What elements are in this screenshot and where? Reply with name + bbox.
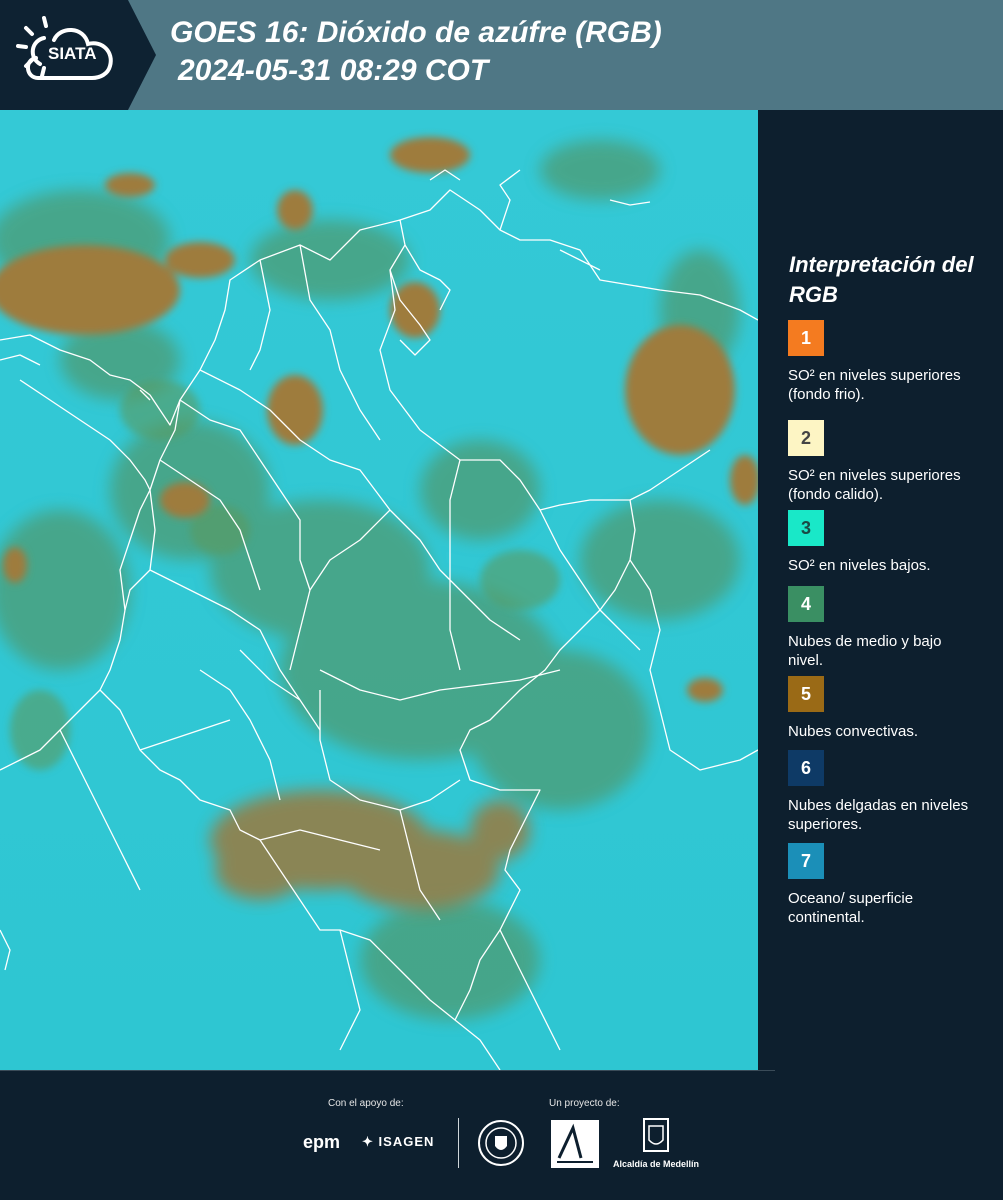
legend-label: Nubes delgadas en niveles superiores.: [788, 797, 969, 833]
timestamp: 2024-05-31 08:29 COT: [178, 54, 489, 87]
legend-swatch: 4: [788, 586, 824, 622]
legend-panel: Interpretación del RGB 1 SO² en niveles …: [758, 110, 1003, 1070]
legend-item: 2 SO² en niveles superiores (fondo calid…: [788, 420, 988, 504]
support-label: Con el apoyo de:: [328, 1098, 404, 1109]
footer: Con el apoyo de: Un proyecto de: epm ✦ I…: [0, 1070, 1003, 1200]
satellite-map[interactable]: [0, 110, 758, 1070]
page-title: GOES 16: Dióxido de azúfre (RGB): [170, 16, 662, 49]
legend-item: 3 SO² en niveles bajos.: [788, 510, 988, 575]
legend-label: SO² en niveles bajos.: [788, 557, 931, 574]
legend-label: Nubes convectivas.: [788, 723, 919, 740]
legend-item: 5 Nubes convectivas.: [788, 676, 988, 741]
legend-label: Nubes de medio y bajo nivel.: [788, 633, 942, 669]
legend-swatch: 3: [788, 510, 824, 546]
isagen-text: ISAGEN: [378, 1134, 435, 1149]
legend-swatch: 6: [788, 750, 824, 786]
legend-label: SO² en niveles superiores (fondo calido)…: [788, 467, 961, 503]
area-metropolitana-logo[interactable]: [551, 1120, 599, 1168]
legend-swatch: 7: [788, 843, 824, 879]
isagen-logo[interactable]: ✦ ISAGEN: [362, 1134, 434, 1150]
footer-divider: [0, 1070, 775, 1071]
legend-item: 6 Nubes delgadas en niveles superiores.: [788, 750, 988, 834]
alcaldia-label: Alcaldía de Medellín: [613, 1159, 700, 1169]
logo-divider: [458, 1118, 459, 1168]
alcaldia-shield-icon[interactable]: [643, 1118, 669, 1152]
legend-title: Interpretación del RGB: [789, 252, 974, 307]
legend-item: 1 SO² en niveles superiores (fondo frio)…: [788, 320, 988, 404]
header-bar: SIATA GOES 16: Dióxido de azúfre (RGB) 2…: [0, 0, 1003, 110]
legend-item: 4 Nubes de medio y bajo nivel.: [788, 586, 988, 670]
legend-swatch: 1: [788, 320, 824, 356]
medellin-seal-icon[interactable]: [478, 1120, 524, 1166]
legend-swatch: 5: [788, 676, 824, 712]
legend-item: 7 Oceano/ superficie continental.: [788, 843, 988, 927]
legend-label: Oceano/ superficie continental.: [788, 890, 914, 926]
logo-text: SIATA: [48, 44, 97, 63]
epm-logo[interactable]: epm: [303, 1132, 340, 1153]
legend-swatch: 2: [788, 420, 824, 456]
siata-logo[interactable]: SIATA: [0, 0, 128, 110]
isagen-icon: ✦: [362, 1134, 374, 1149]
legend-label: SO² en niveles superiores (fondo frio).: [788, 367, 961, 403]
project-label: Un proyecto de:: [549, 1098, 620, 1109]
logo-wedge: [128, 0, 156, 110]
